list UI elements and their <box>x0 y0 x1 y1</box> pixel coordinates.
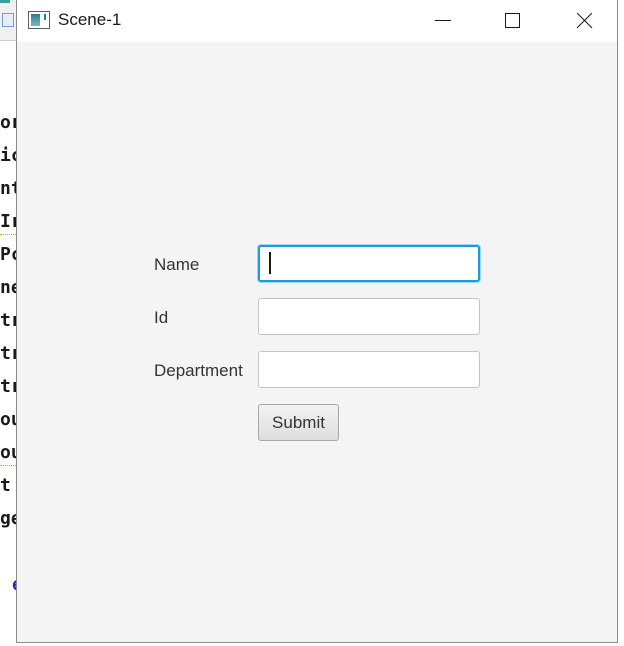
id-label: Id <box>154 308 169 327</box>
close-button[interactable] <box>559 0 605 42</box>
maximize-icon <box>505 13 520 28</box>
name-input[interactable] <box>258 245 480 282</box>
name-label: Name <box>154 255 200 274</box>
minimize-icon <box>435 20 451 21</box>
text-caret <box>269 252 271 274</box>
department-input[interactable] <box>258 351 480 388</box>
id-input[interactable] <box>258 298 480 335</box>
department-label: Department <box>154 361 243 380</box>
title-bar[interactable]: Scene-1 <box>17 0 617 42</box>
submit-button[interactable]: Submit <box>258 404 339 441</box>
app-icon[interactable] <box>28 11 50 29</box>
maximize-button[interactable] <box>489 0 535 42</box>
background-marker <box>0 0 10 3</box>
window-title: Scene-1 <box>58 10 122 29</box>
scene-window: Scene-1 Name Id Department Submit <box>16 0 618 643</box>
toolbar-icon[interactable] <box>2 13 14 27</box>
minimize-button[interactable] <box>419 0 465 42</box>
code-fragment: t <box>0 475 11 496</box>
